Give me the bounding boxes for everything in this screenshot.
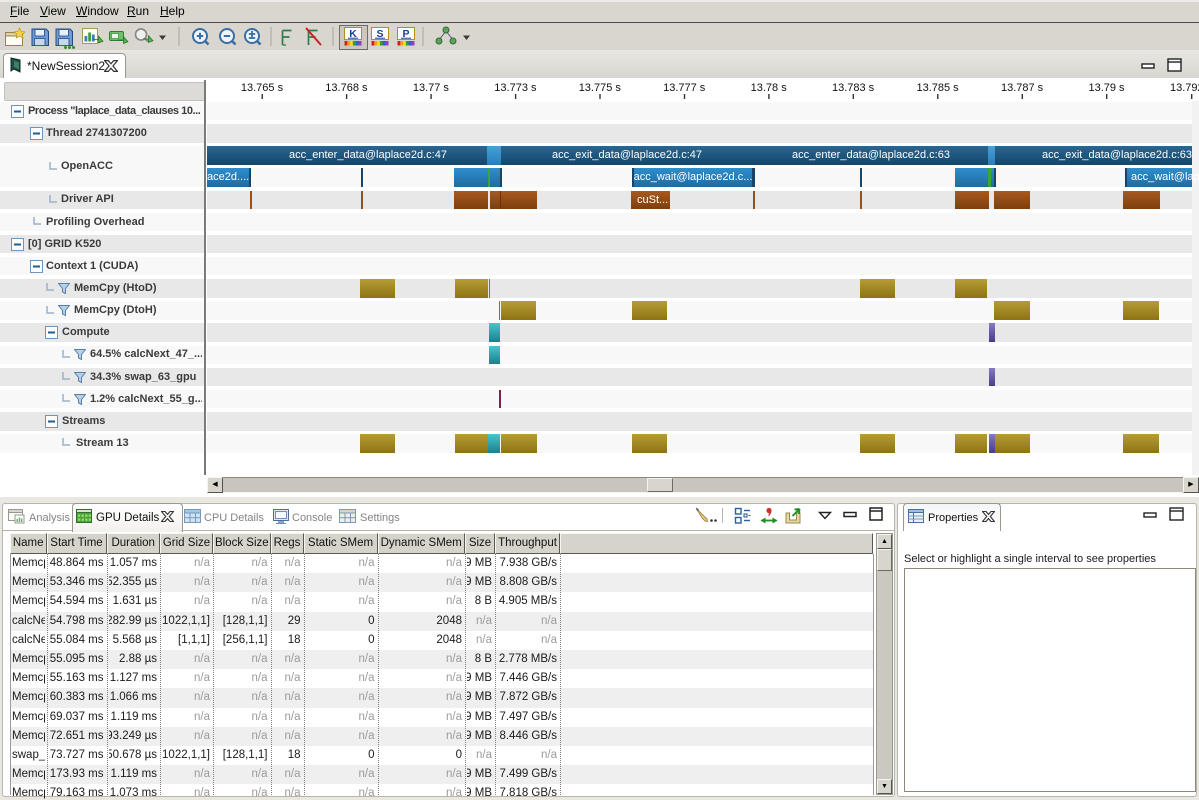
svg-text:13.79 s: 13.79 s (1088, 82, 1125, 94)
svg-text:13.787 s: 13.787 s (1001, 82, 1044, 94)
svg-text:13.777 s: 13.777 s (663, 82, 706, 94)
svg-text:13.783 s: 13.783 s (832, 82, 875, 94)
svg-text:13.768 s: 13.768 s (325, 82, 368, 94)
svg-text:13.785 s: 13.785 s (916, 82, 959, 94)
svg-text:13.765 s: 13.765 s (241, 82, 284, 94)
svg-text:13.78 s: 13.78 s (751, 82, 788, 94)
svg-text:13.775 s: 13.775 s (579, 82, 622, 94)
svg-text:13.792 s: 13.792 s (1170, 82, 1199, 94)
svg-text:13.773 s: 13.773 s (494, 82, 537, 94)
svg-text:13.77 s: 13.77 s (413, 82, 450, 94)
